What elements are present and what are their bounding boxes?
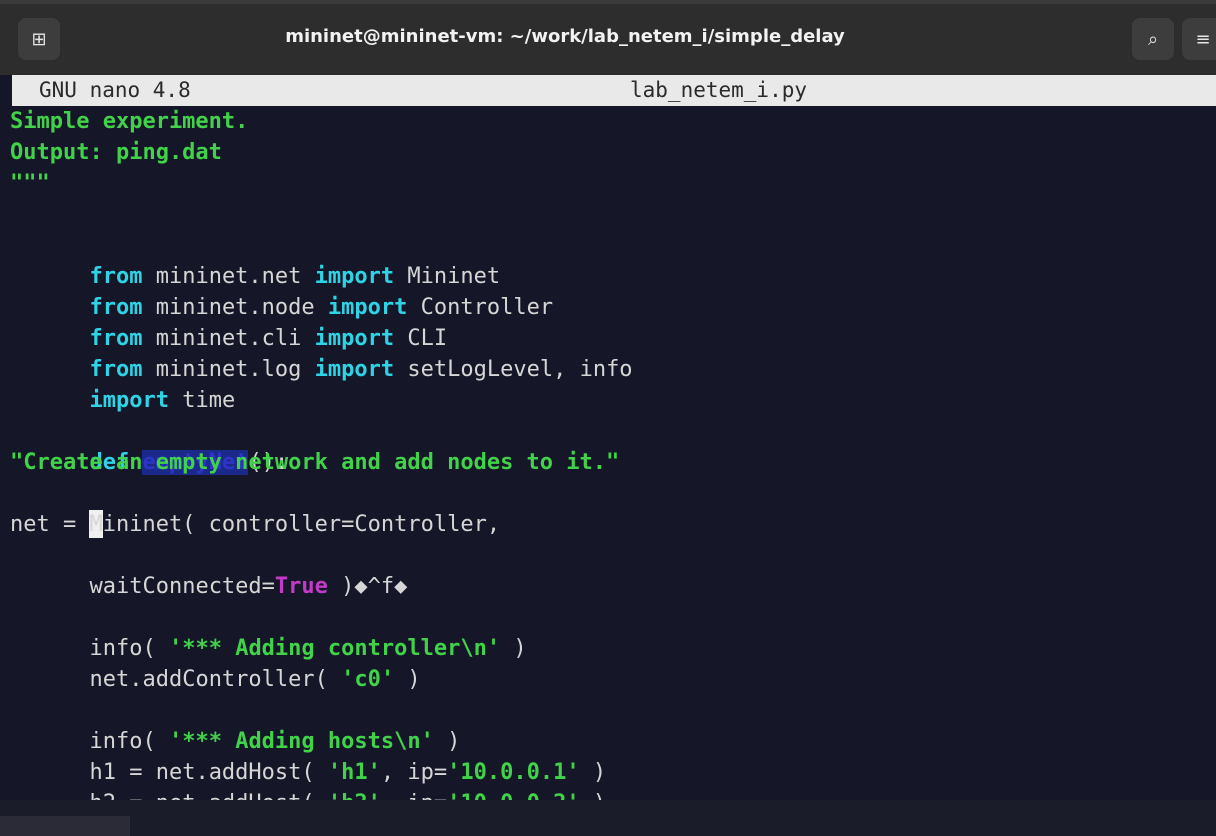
code-line: h1 = net.addHost( 'h1', ip='10.0.0.1' ) xyxy=(10,726,606,785)
title-container: mininet@mininet-vm: ~/work/lab_netem_i/s… xyxy=(0,4,1216,79)
code-line: from mininet.net import Mininet xyxy=(10,230,500,289)
code-line: from mininet.node import Controller xyxy=(10,261,553,320)
nano-version: GNU nano 4.8 xyxy=(39,78,191,102)
code-line: info( '*** Adding controller\n' ) xyxy=(10,602,526,661)
code-line: Simple experiment. xyxy=(10,109,249,134)
window-title: mininet@mininet-vm: ~/work/lab_netem_i/s… xyxy=(285,26,845,47)
keyword: import xyxy=(314,357,395,382)
code-line: from mininet.log import setLogLevel, inf… xyxy=(10,323,632,382)
code-line: net.addController( 'c0' ) xyxy=(10,633,420,692)
code-line: def emptyNet(): xyxy=(10,416,288,475)
hamburger-menu-icon[interactable]: ≡ xyxy=(1182,18,1216,60)
code-text: )◆^f◆ xyxy=(327,574,408,599)
nano-header-bar: GNU nano 4.8 lab_netem_i.py xyxy=(12,75,1216,106)
code-line: h2 = net.addHost( 'h2', ip='10.0.0.2' ) xyxy=(10,757,606,816)
code-line: import time xyxy=(10,354,235,413)
code-line: from mininet.cli import CLI xyxy=(10,292,447,351)
string-literal: 'c0' xyxy=(341,667,395,692)
code-line: net = Mininet( controller=Controller, xyxy=(10,512,501,537)
code-text: setLogLevel, info xyxy=(394,357,633,382)
boolean-literal: True xyxy=(274,574,328,599)
terminal-window: ⊞ mininet@mininet-vm: ~/work/lab_netem_i… xyxy=(0,0,1216,836)
code-line: info( '*** Adding hosts\n' ) xyxy=(10,695,460,754)
editor-area[interactable]: Simple experiment. Output: ping.dat """ … xyxy=(10,106,1216,816)
code-line: Output: ping.dat xyxy=(10,140,222,165)
search-icon[interactable]: ⌕ xyxy=(1132,18,1174,60)
code-line: "Create an empty network and add nodes t… xyxy=(10,450,620,475)
code-text: ) xyxy=(500,636,527,661)
title-bar: ⊞ mininet@mininet-vm: ~/work/lab_netem_i… xyxy=(0,0,1216,75)
code-line: """ xyxy=(10,171,50,196)
bottom-left-shade xyxy=(0,816,130,836)
code-text: waitConnected= xyxy=(89,574,275,599)
code-text: ) xyxy=(394,667,421,692)
nano-filename: lab_netem_i.py xyxy=(630,78,808,102)
code-text: time xyxy=(168,388,236,413)
code-line: waitConnected=True )◆^f◆ xyxy=(10,540,407,599)
bottom-edge xyxy=(0,800,1216,836)
code-line xyxy=(10,478,104,538)
keyword: import xyxy=(89,388,169,413)
code-text: net.addController( xyxy=(89,667,342,692)
